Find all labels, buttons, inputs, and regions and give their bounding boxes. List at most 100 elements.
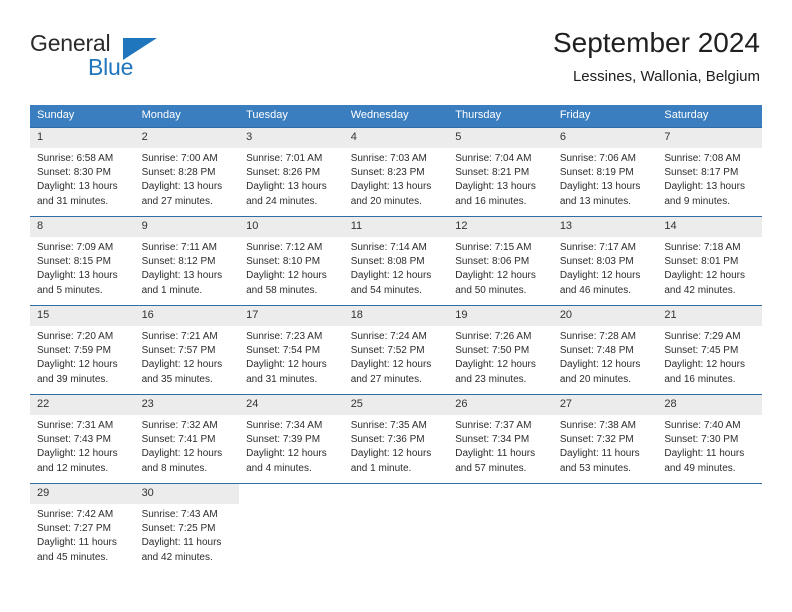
- day-number: 25: [343, 395, 449, 415]
- day-cell[interactable]: 18 Sunrise: 7:24 AM Sunset: 7:52 PM Dayligh…: [343, 305, 449, 395]
- sunset-text: Sunset: 8:26 PM: [246, 167, 321, 179]
- sunrise-text: Sunrise: 7:42 AM: [37, 509, 114, 520]
- sunset-text: Sunset: 7:59 PM: [37, 345, 111, 357]
- weekday-header-thursday: Thursday: [448, 105, 553, 128]
- sunset-text: Sunset: 8:21 PM: [455, 167, 530, 179]
- daylight-text: Daylight: 12 hours and 54 minutes.: [350, 270, 432, 296]
- sunrise-text: Sunrise: 7:04 AM: [455, 153, 532, 164]
- daylight-text: Daylight: 12 hours and 58 minutes.: [246, 270, 327, 296]
- day-number: 9: [134, 217, 240, 237]
- brand-name-blue: Blue: [88, 54, 134, 80]
- day-cell[interactable]: 9 Sunrise: 7:11 AM Sunset: 8:12 PM Daylight…: [134, 216, 240, 306]
- day-cell-empty: [448, 483, 553, 572]
- day-cell[interactable]: 29 Sunrise: 7:42 AM Sunset: 7:27 PM Dayligh…: [30, 483, 135, 572]
- brand-logo[interactable]: General Blue: [30, 30, 230, 88]
- day-cell[interactable]: 21 Sunrise: 7:29 AM Sunset: 7:45 PM Dayligh…: [657, 305, 762, 395]
- sunset-text: Sunset: 8:03 PM: [559, 256, 634, 268]
- day-cell[interactable]: 20 Sunrise: 7:28 AM Sunset: 7:48 PM Dayligh…: [552, 305, 658, 395]
- day-cell[interactable]: 22 Sunrise: 7:31 AM Sunset: 7:43 PM Dayligh…: [30, 394, 135, 484]
- day-cell[interactable]: 24 Sunrise: 7:34 AM Sunset: 7:39 PM Dayligh…: [239, 394, 344, 484]
- day-number: 16: [134, 306, 240, 326]
- day-number: 13: [552, 217, 658, 237]
- daylight-text: Daylight: 12 hours and 27 minutes.: [350, 359, 432, 385]
- sunrise-text: Sunrise: 7:01 AM: [246, 153, 323, 164]
- sunset-text: Sunset: 7:32 PM: [559, 434, 634, 446]
- day-number: 10: [239, 217, 344, 237]
- day-cell-empty: [552, 483, 658, 572]
- day-cell[interactable]: 3 Sunrise: 7:01 AM Sunset: 8:26 PM Daylight…: [239, 127, 344, 217]
- day-cell[interactable]: 8 Sunrise: 7:09 AM Sunset: 8:15 PM Daylight…: [30, 216, 135, 306]
- sunrise-text: Sunrise: 7:08 AM: [664, 153, 741, 164]
- day-cell[interactable]: 6 Sunrise: 7:06 AM Sunset: 8:19 PM Daylight…: [552, 127, 658, 217]
- day-details: Sunrise: 7:40 AM Sunset: 7:30 PM Daylight:…: [657, 415, 762, 476]
- weekday-header-saturday: Saturday: [657, 105, 762, 128]
- day-number: 6: [552, 128, 658, 148]
- day-cell[interactable]: 14 Sunrise: 7:18 AM Sunset: 8:01 PM Dayligh…: [657, 216, 762, 306]
- sunset-text: Sunset: 8:10 PM: [246, 256, 321, 268]
- day-cell-empty: [657, 483, 762, 572]
- day-number: [344, 484, 449, 504]
- day-details: Sunrise: 7:43 AM Sunset: 7:25 PM Daylight:…: [135, 504, 240, 565]
- day-cell[interactable]: 12 Sunrise: 7:15 AM Sunset: 8:06 PM Dayligh…: [448, 216, 553, 306]
- sunrise-text: Sunrise: 7:20 AM: [37, 331, 114, 342]
- day-number: 18: [343, 306, 449, 326]
- day-cell[interactable]: 23 Sunrise: 7:32 AM Sunset: 7:41 PM Dayligh…: [134, 394, 240, 484]
- day-cell[interactable]: 7 Sunrise: 7:08 AM Sunset: 8:17 PM Daylight…: [657, 127, 762, 217]
- day-cell[interactable]: 30 Sunrise: 7:43 AM Sunset: 7:25 PM Dayligh…: [134, 483, 240, 572]
- brand-name-general: General: [30, 30, 111, 56]
- day-details: Sunrise: 7:14 AM Sunset: 8:08 PM Daylight:…: [344, 237, 449, 298]
- day-cell[interactable]: 2 Sunrise: 7:00 AM Sunset: 8:28 PM Daylight…: [134, 127, 240, 217]
- day-cell[interactable]: 5 Sunrise: 7:04 AM Sunset: 8:21 PM Daylight…: [448, 127, 553, 217]
- sunrise-text: Sunrise: 7:03 AM: [350, 153, 427, 164]
- day-number: 15: [30, 306, 135, 326]
- day-cell[interactable]: 15 Sunrise: 7:20 AM Sunset: 7:59 PM Dayligh…: [30, 305, 135, 395]
- week-row: 15 Sunrise: 7:20 AM Sunset: 7:59 PM Dayligh…: [30, 305, 762, 395]
- sunset-text: Sunset: 7:48 PM: [559, 345, 634, 357]
- daylight-text: Daylight: 12 hours and 4 minutes.: [246, 448, 327, 474]
- day-cell[interactable]: 13 Sunrise: 7:17 AM Sunset: 8:03 PM Dayligh…: [552, 216, 658, 306]
- day-number: 24: [239, 395, 344, 415]
- sunset-text: Sunset: 7:54 PM: [246, 345, 321, 357]
- day-number: 3: [239, 128, 344, 148]
- day-number: [553, 484, 658, 504]
- daylight-text: Daylight: 12 hours and 50 minutes.: [455, 270, 536, 296]
- day-cell[interactable]: 1 Sunrise: 6:58 AM Sunset: 8:30 PM Daylight…: [30, 127, 135, 217]
- day-details: Sunrise: 7:00 AM Sunset: 8:28 PM Daylight:…: [135, 148, 240, 209]
- sunrise-text: Sunrise: 7:12 AM: [246, 242, 323, 253]
- day-cell[interactable]: 25 Sunrise: 7:35 AM Sunset: 7:36 PM Dayligh…: [343, 394, 449, 484]
- sunrise-text: Sunrise: 7:38 AM: [559, 420, 636, 431]
- day-cell[interactable]: 26 Sunrise: 7:37 AM Sunset: 7:34 PM Dayligh…: [448, 394, 553, 484]
- day-cell[interactable]: 11 Sunrise: 7:14 AM Sunset: 8:08 PM Dayligh…: [343, 216, 449, 306]
- weekday-header-sunday: Sunday: [30, 105, 135, 128]
- daylight-text: Daylight: 12 hours and 20 minutes.: [559, 359, 641, 385]
- day-number: 14: [657, 217, 762, 237]
- weekday-header-row: Sunday Monday Tuesday Wednesday Thursday…: [30, 105, 762, 128]
- day-number: 2: [134, 128, 240, 148]
- sunrise-text: Sunrise: 7:31 AM: [37, 420, 114, 431]
- sunrise-text: Sunrise: 7:17 AM: [559, 242, 636, 253]
- calendar-grid: Sunday Monday Tuesday Wednesday Thursday…: [30, 105, 762, 572]
- sunrise-text: Sunrise: 7:35 AM: [350, 420, 427, 431]
- day-number: 1: [30, 128, 135, 148]
- daylight-text: Daylight: 12 hours and 35 minutes.: [141, 359, 223, 385]
- weekday-header-wednesday: Wednesday: [343, 105, 449, 128]
- daylight-text: Daylight: 12 hours and 39 minutes.: [37, 359, 118, 385]
- day-cell[interactable]: 27 Sunrise: 7:38 AM Sunset: 7:32 PM Dayligh…: [552, 394, 658, 484]
- title-block: September 2024 Lessines, Wallonia, Belgi…: [553, 26, 760, 88]
- sunrise-text: Sunrise: 7:37 AM: [455, 420, 532, 431]
- sunrise-text: Sunrise: 6:58 AM: [37, 153, 114, 164]
- day-number: 20: [552, 306, 658, 326]
- day-cell[interactable]: 16 Sunrise: 7:21 AM Sunset: 7:57 PM Dayligh…: [134, 305, 240, 395]
- sunrise-text: Sunrise: 7:06 AM: [559, 153, 636, 164]
- day-cell[interactable]: 17 Sunrise: 7:23 AM Sunset: 7:54 PM Dayligh…: [239, 305, 344, 395]
- page-subtitle: Lessines, Wallonia, Belgium: [572, 68, 760, 85]
- day-cell[interactable]: 19 Sunrise: 7:26 AM Sunset: 7:50 PM Dayligh…: [448, 305, 553, 395]
- week-row: 8 Sunrise: 7:09 AM Sunset: 8:15 PM Daylight…: [30, 216, 762, 306]
- day-cell[interactable]: 10 Sunrise: 7:12 AM Sunset: 8:10 PM Dayligh…: [239, 216, 344, 306]
- day-number: [239, 484, 344, 504]
- day-cell[interactable]: 4 Sunrise: 7:03 AM Sunset: 8:23 PM Daylight…: [343, 127, 449, 217]
- week-row: 22 Sunrise: 7:31 AM Sunset: 7:43 PM Dayligh…: [30, 394, 762, 484]
- daylight-text: Daylight: 13 hours and 27 minutes.: [141, 181, 223, 207]
- day-cell[interactable]: 28 Sunrise: 7:40 AM Sunset: 7:30 PM Dayligh…: [657, 394, 762, 484]
- day-cell-empty: [239, 483, 344, 572]
